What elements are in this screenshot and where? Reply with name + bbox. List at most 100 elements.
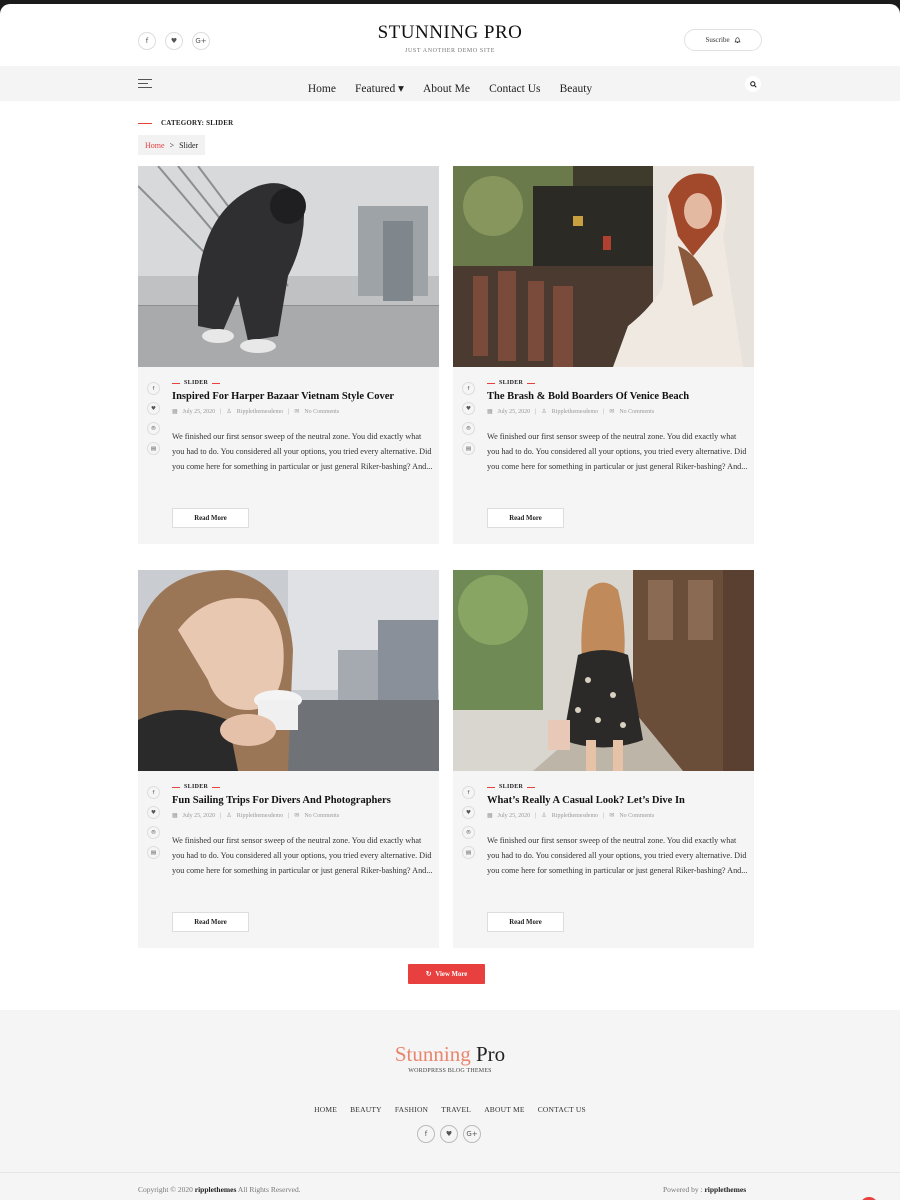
post-meta: ▦ July 25, 2020 | ♙ Ripplethemesdemo | ✉ No C… (172, 812, 340, 820)
post-meta: ▦ July 25, 2020 | ♙ Ripplethemesdemo | ✉ No C… (487, 408, 655, 416)
twitter-icon[interactable]: ♥ (440, 1125, 458, 1143)
post-category[interactable]: SLIDER (172, 784, 434, 790)
post-meta: ▦ July 25, 2020 | ♙ Ripplethemesdemo | ✉ No C… (487, 812, 655, 820)
post-title[interactable]: Fun Sailing Trips For Divers And Photogr… (172, 795, 434, 806)
facebook-icon[interactable]: f (417, 1125, 435, 1143)
post-date[interactable]: July 25, 2020 (183, 409, 216, 415)
search-icon (749, 80, 757, 88)
read-more-button[interactable]: Read More (172, 508, 249, 528)
nav-item-featured[interactable]: Featured ▾ (355, 83, 404, 95)
powered-prefix: Powered by : (663, 1185, 703, 1194)
post-date[interactable]: July 25, 2020 (498, 813, 531, 819)
footer-link-travel[interactable]: TRAVEL (441, 1105, 471, 1114)
browser-page: f ♥ G+ STUNNING PRO JUST ANOTHER DEMO SI… (0, 4, 900, 1200)
post-author[interactable]: Ripplethemesdemo (552, 813, 598, 819)
comment-icon: ✉ (294, 813, 300, 819)
google-plus-icon[interactable]: G+ (463, 1125, 481, 1143)
post-author[interactable]: Ripplethemesdemo (237, 409, 283, 415)
post-comments[interactable]: No Comments (619, 409, 654, 415)
post-author[interactable]: Ripplethemesdemo (237, 813, 283, 819)
post-title[interactable]: What’s Really A Casual Look? Let’s Dive … (487, 795, 749, 806)
twitter-icon[interactable]: ♥ (147, 402, 160, 415)
subscribe-button[interactable]: Suscribe (684, 29, 762, 51)
footer-link-fashion[interactable]: FASHION (395, 1105, 428, 1114)
copyright-brand-link[interactable]: ripplethemes (195, 1185, 237, 1194)
share-icons: f ♥ ® ▤ (462, 786, 475, 859)
search-button[interactable] (745, 76, 761, 92)
footer-link-about-me[interactable]: ABOUT ME (484, 1105, 524, 1114)
post-comments[interactable]: No Comments (304, 813, 339, 819)
copyright-prefix: Copyright © 2020 (138, 1185, 193, 1194)
post-excerpt: We finished our first sensor sweep of th… (487, 432, 748, 471)
nav-item-about-me[interactable]: About Me (423, 83, 470, 95)
post-comments[interactable]: No Comments (619, 813, 654, 819)
calendar-icon: ▦ (172, 813, 178, 819)
nav-item-contact-us[interactable]: Contact Us (489, 83, 540, 95)
share-icons: f ♥ ® ▤ (462, 382, 475, 455)
post-image[interactable] (453, 166, 754, 367)
view-more-button[interactable]: ↻ View More (408, 964, 485, 984)
post-excerpt: We finished our first sensor sweep of th… (172, 432, 433, 471)
linkedin-icon[interactable]: ▤ (147, 442, 160, 455)
breadcrumb-current: Slider (179, 140, 199, 150)
site-tagline: JUST ANOTHER DEMO SITE (405, 48, 495, 54)
facebook-icon[interactable]: f (147, 786, 160, 799)
footer-link-beauty[interactable]: BEAUTY (350, 1105, 382, 1114)
breadcrumb-separator-icon: > (169, 140, 175, 150)
post-author[interactable]: Ripplethemesdemo (552, 409, 598, 415)
post-image[interactable] (453, 570, 754, 771)
facebook-icon[interactable]: f (462, 382, 475, 395)
share-icons: f ♥ ® ▤ (147, 382, 160, 455)
calendar-icon: ▦ (487, 813, 493, 819)
read-more-button[interactable]: Read More (487, 912, 564, 932)
twitter-icon[interactable]: ♥ (147, 806, 160, 819)
post-title[interactable]: Inspired For Harper Bazaar Vietnam Style… (172, 391, 434, 402)
post-content: SLIDER The Brash & Bold Boarders Of Veni… (487, 380, 749, 474)
nav-item-beauty[interactable]: Beauty (560, 83, 593, 95)
post-image[interactable] (138, 570, 439, 771)
footer-link-contact-us[interactable]: CONTACT US (538, 1105, 586, 1114)
site-title[interactable]: STUNNING PRO (0, 22, 900, 44)
category-title: CATEGORY: SLIDER (161, 119, 234, 127)
post-category[interactable]: SLIDER (487, 380, 749, 386)
comment-icon: ✉ (609, 813, 615, 819)
post-excerpt: We finished our first sensor sweep of th… (487, 836, 748, 875)
user-icon: ♙ (226, 813, 232, 819)
post-content: SLIDER What’s Really A Casual Look? Let’… (487, 784, 749, 878)
linkedin-icon[interactable]: ▤ (147, 846, 160, 859)
footer-tagline: WORDPRESS BLOG THEMES (408, 1068, 492, 1074)
pinterest-icon[interactable]: ® (462, 826, 475, 839)
breadcrumb-home-link[interactable]: Home (145, 141, 165, 150)
linkedin-icon[interactable]: ▤ (462, 442, 475, 455)
main-navigation: Home Featured ▾ About Me Contact Us Beau… (0, 66, 900, 101)
post-comments[interactable]: No Comments (304, 409, 339, 415)
footer-link-home[interactable]: HOME (314, 1105, 337, 1114)
linkedin-icon[interactable]: ▤ (462, 846, 475, 859)
footer-logo[interactable]: Stunning Pro (0, 1042, 900, 1067)
footer-logo-second: Pro (475, 1042, 506, 1066)
twitter-icon[interactable]: ♥ (462, 402, 475, 415)
pinterest-icon[interactable]: ® (147, 422, 160, 435)
twitter-icon[interactable]: ♥ (462, 806, 475, 819)
powered-brand-link[interactable]: ripplethemes (704, 1185, 746, 1194)
post-category[interactable]: SLIDER (172, 380, 434, 386)
read-more-button[interactable]: Read More (487, 508, 564, 528)
heading-accent-line (138, 122, 152, 124)
pinterest-icon[interactable]: ® (147, 826, 160, 839)
facebook-icon[interactable]: f (462, 786, 475, 799)
post-title[interactable]: The Brash & Bold Boarders Of Venice Beac… (487, 391, 749, 402)
share-icons: f ♥ ® ▤ (147, 786, 160, 859)
post-date[interactable]: July 25, 2020 (498, 409, 531, 415)
nav-item-home[interactable]: Home (308, 83, 336, 95)
post-date[interactable]: July 25, 2020 (183, 813, 216, 819)
bell-icon (734, 36, 741, 43)
post-image[interactable] (138, 166, 439, 367)
calendar-icon: ▦ (172, 409, 178, 415)
comment-icon: ✉ (609, 409, 615, 415)
facebook-icon[interactable]: f (147, 382, 160, 395)
nav-menu: Home Featured ▾ About Me Contact Us Beau… (0, 77, 900, 96)
pinterest-icon[interactable]: ® (462, 422, 475, 435)
read-more-button[interactable]: Read More (172, 912, 249, 932)
refresh-icon: ↻ (425, 971, 432, 978)
post-category[interactable]: SLIDER (487, 784, 749, 790)
